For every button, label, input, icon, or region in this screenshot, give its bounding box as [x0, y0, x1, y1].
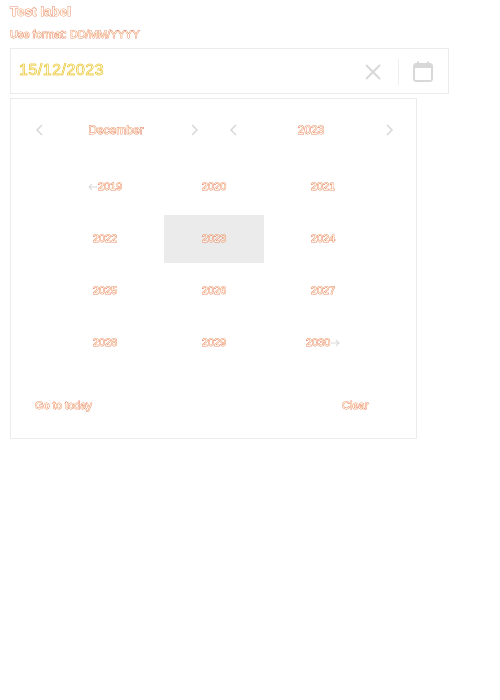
- month-name[interactable]: December: [51, 123, 181, 138]
- next-month-button[interactable]: [186, 122, 202, 138]
- arrow-right-icon: [331, 339, 340, 347]
- year-label: 2027: [310, 285, 336, 298]
- year-label: 2020: [201, 181, 227, 194]
- year-cell-selected[interactable]: 2023: [164, 215, 264, 263]
- calendar-toggle-button[interactable]: [411, 60, 435, 84]
- prev-year-button[interactable]: [226, 122, 242, 138]
- year-label: 2030: [305, 337, 331, 350]
- year-cell[interactable]: 2026: [164, 267, 264, 315]
- year-name[interactable]: 2023: [246, 123, 376, 138]
- year-label: 2029: [201, 337, 227, 350]
- year-label: 2028: [92, 337, 118, 350]
- year-label: 2025: [92, 285, 118, 298]
- year-cell[interactable]: 2028: [55, 319, 155, 367]
- year-label: 2021: [310, 181, 336, 194]
- prev-month-button[interactable]: [32, 122, 48, 138]
- chevron-left-icon: [229, 124, 237, 136]
- go-to-today-button[interactable]: Go to today: [35, 400, 92, 413]
- format-helper-text: Use format: DD/MM/YYYY: [10, 29, 140, 42]
- year-label: 2023: [201, 233, 227, 246]
- year-label: 2024: [310, 233, 336, 246]
- date-input[interactable]: [19, 62, 319, 80]
- arrow-left-icon: [88, 183, 97, 191]
- year-label: 2019: [97, 181, 123, 194]
- year-cell[interactable]: 2029: [164, 319, 264, 367]
- calendar-icon: [413, 61, 433, 82]
- year-cell[interactable]: 2020: [164, 163, 264, 211]
- chevron-right-icon: [191, 124, 199, 136]
- year-label: 2022: [92, 233, 118, 246]
- year-cell[interactable]: 2021: [273, 163, 373, 211]
- calendar-popup: December 2023 2019 2020 2021 2022 2023 2…: [10, 98, 417, 439]
- year-label: 2026: [201, 285, 227, 298]
- chevron-left-icon: [35, 124, 43, 136]
- year-cell[interactable]: 2027: [273, 267, 373, 315]
- chevron-right-icon: [386, 124, 394, 136]
- year-cell[interactable]: 2022: [55, 215, 155, 263]
- year-cell[interactable]: 2025: [55, 267, 155, 315]
- year-cell[interactable]: 2019: [55, 163, 155, 211]
- next-year-button[interactable]: [381, 122, 397, 138]
- field-label: Test label: [10, 4, 72, 20]
- clear-button[interactable]: [363, 62, 383, 82]
- clear-date-button[interactable]: Clear: [342, 400, 369, 413]
- field-divider: [398, 59, 399, 85]
- year-cell[interactable]: 2024: [273, 215, 373, 263]
- date-field: [10, 48, 449, 94]
- year-cell[interactable]: 2030: [273, 319, 373, 367]
- close-icon: [365, 64, 381, 80]
